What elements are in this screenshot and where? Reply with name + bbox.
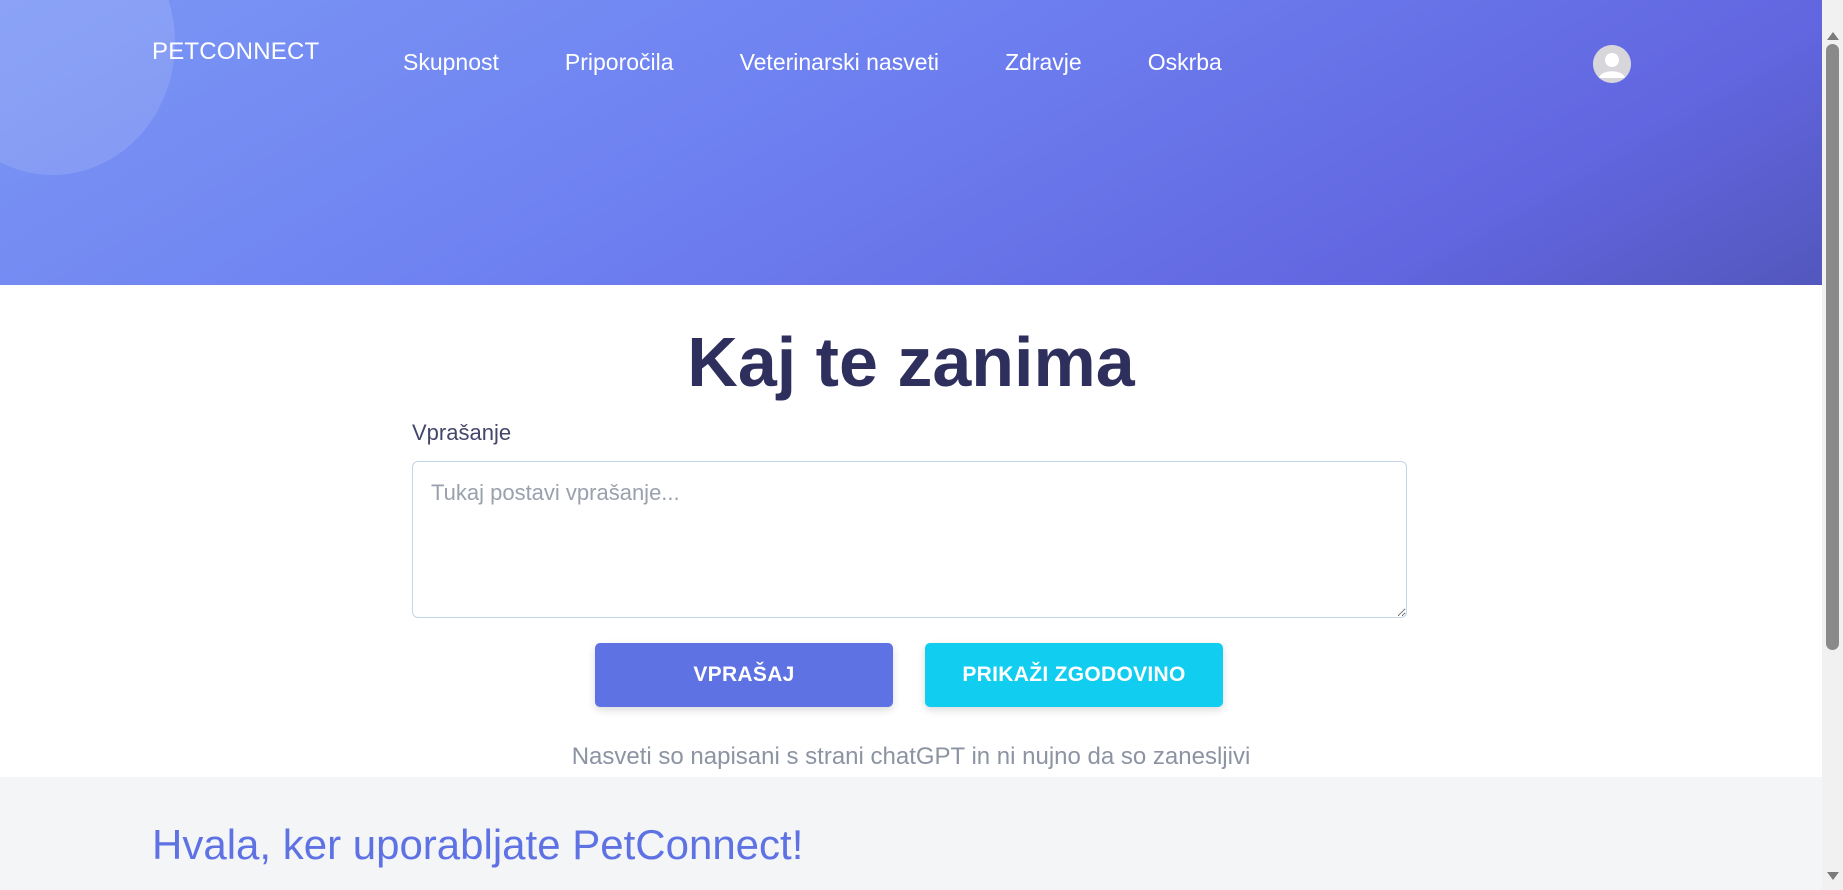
nav-item-oskrba[interactable]: Oskrba (1148, 49, 1222, 76)
question-label: Vprašanje (412, 420, 512, 445)
page-title: Kaj te zanima (687, 323, 1135, 401)
nav-item-priporocila[interactable]: Priporočila (565, 49, 674, 76)
nav-item-zdravje[interactable]: Zdravje (1005, 49, 1082, 76)
user-silhouette-icon (1593, 45, 1631, 83)
nav-item-skupnost[interactable]: Skupnost (403, 49, 499, 76)
scroll-down-arrow-icon[interactable] (1827, 872, 1839, 880)
show-history-button[interactable]: PRIKAŽI ZGODOVINO (925, 643, 1223, 707)
disclaimer-text: Nasveti so napisani s strani chatGPT in … (571, 743, 1251, 770)
decorative-circle (0, 0, 175, 175)
question-input[interactable] (412, 461, 1407, 618)
nav-item-veterinarski-nasveti[interactable]: Veterinarski nasveti (740, 49, 939, 76)
brand-logo[interactable]: PETCONNECT (152, 38, 319, 66)
ask-button[interactable]: VPRAŠAJ (595, 643, 893, 707)
hero-header: PETCONNECT Skupnost Priporočila Veterina… (0, 0, 1822, 285)
scrollbar-thumb[interactable] (1826, 44, 1839, 650)
footer: Hvala, ker uporabljate PetConnect! (0, 777, 1822, 890)
main-nav: Skupnost Priporočila Veterinarski nasvet… (403, 49, 1288, 76)
footer-thanks: Hvala, ker uporabljate PetConnect! (152, 821, 804, 868)
vertical-scrollbar[interactable] (1822, 0, 1843, 890)
user-avatar-icon[interactable] (1593, 45, 1631, 83)
scroll-up-arrow-icon[interactable] (1827, 32, 1839, 40)
